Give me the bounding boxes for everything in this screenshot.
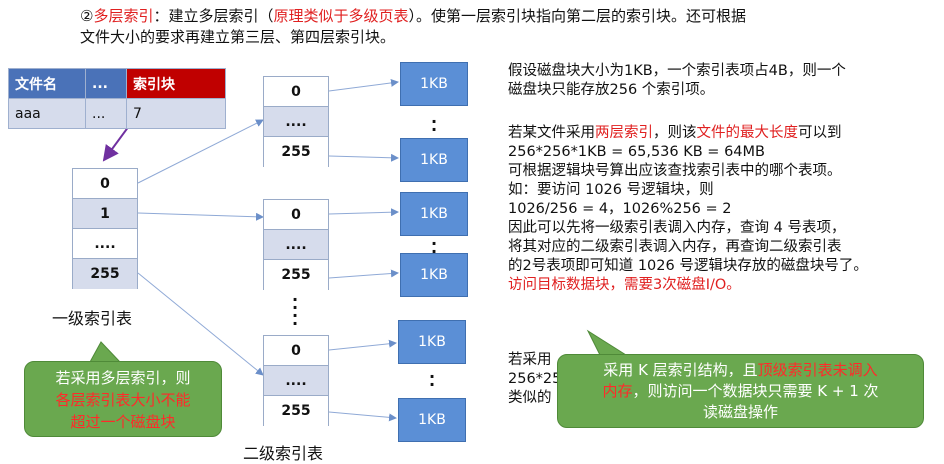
right-callout-text: 采用 K 层索引结构，且 — [603, 361, 758, 379]
right-callout-highlight-2: 内存 — [602, 382, 633, 400]
right-callout-text-2: ，则访问一个数据块只需要 K + 1 次 — [632, 382, 879, 400]
right-callout-highlight: 顶级索引表未调入 — [757, 361, 878, 379]
right-callout-text-3: 读磁盘操作 — [702, 403, 778, 421]
right-callout: 采用 K 层索引结构，且顶级索引表未调入 内存，则访问一个数据块只需要 K + … — [557, 354, 924, 428]
